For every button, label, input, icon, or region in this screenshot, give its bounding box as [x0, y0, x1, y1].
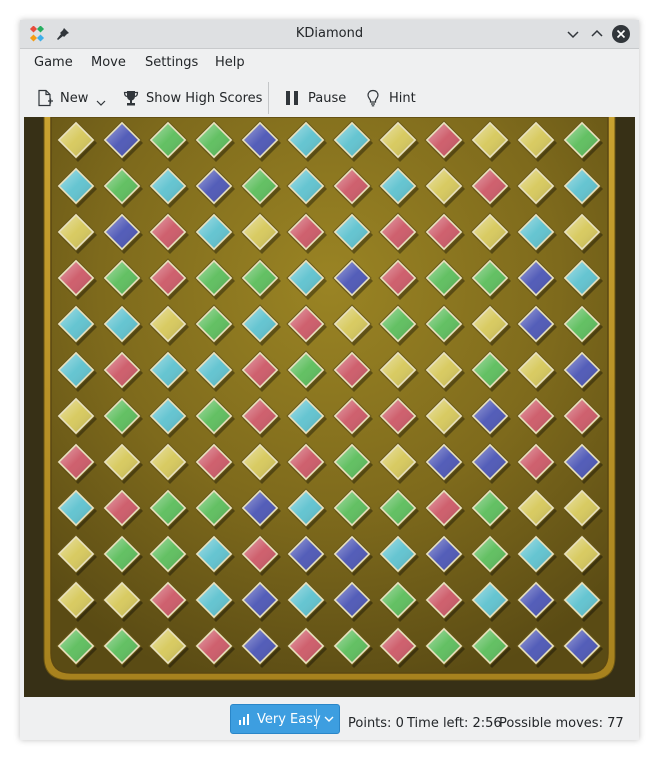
show-high-scores-label: Show High Scores	[146, 90, 263, 106]
trophy-icon	[123, 91, 139, 106]
new-game-icon	[38, 89, 53, 107]
pause-button[interactable]: Pause	[284, 84, 346, 112]
time-left-label: Time left: 2:56	[407, 716, 502, 731]
hint-bulb-icon	[367, 89, 379, 107]
new-game-button[interactable]: New	[36, 84, 107, 112]
pause-icon	[286, 91, 298, 105]
maximize-icon[interactable]	[587, 24, 607, 44]
menu-settings[interactable]: Settings	[145, 55, 198, 70]
difficulty-icon	[239, 714, 249, 725]
new-game-label: New	[60, 90, 89, 106]
title-bar[interactable]: KDiamond	[20, 20, 639, 49]
status-bar: Very Easy Points: 0 Time left: 2:56 Poss…	[20, 698, 639, 740]
hint-button[interactable]: Hint	[365, 84, 416, 112]
chevron-down-icon[interactable]	[324, 715, 334, 723]
game-board[interactable]	[24, 117, 635, 697]
difficulty-label: Very Easy	[257, 711, 321, 727]
pause-label: Pause	[308, 90, 347, 106]
close-icon[interactable]	[611, 24, 631, 44]
show-high-scores-button[interactable]: Show High Scores	[122, 84, 262, 112]
window-title: KDiamond	[295, 26, 364, 41]
difficulty-separator	[316, 709, 317, 729]
app-window: KDiamond Game Move Settings Help New Sho…	[20, 20, 639, 740]
game-board-canvas[interactable]	[24, 117, 635, 697]
minimize-icon[interactable]	[563, 24, 583, 44]
hint-label: Hint	[389, 90, 416, 106]
difficulty-select[interactable]: Very Easy	[230, 704, 340, 734]
toolbar: New Show High Scores Pause Hint	[20, 80, 639, 116]
chevron-down-icon[interactable]	[95, 97, 107, 109]
menu-help[interactable]: Help	[215, 55, 245, 70]
points-label: Points: 0	[348, 716, 404, 731]
menu-game[interactable]: Game	[34, 55, 73, 70]
possible-moves-label: Possible moves: 77	[499, 716, 624, 731]
toolbar-separator	[268, 82, 269, 114]
menu-bar: Game Move Settings Help	[20, 49, 639, 79]
menu-move[interactable]: Move	[91, 55, 126, 70]
